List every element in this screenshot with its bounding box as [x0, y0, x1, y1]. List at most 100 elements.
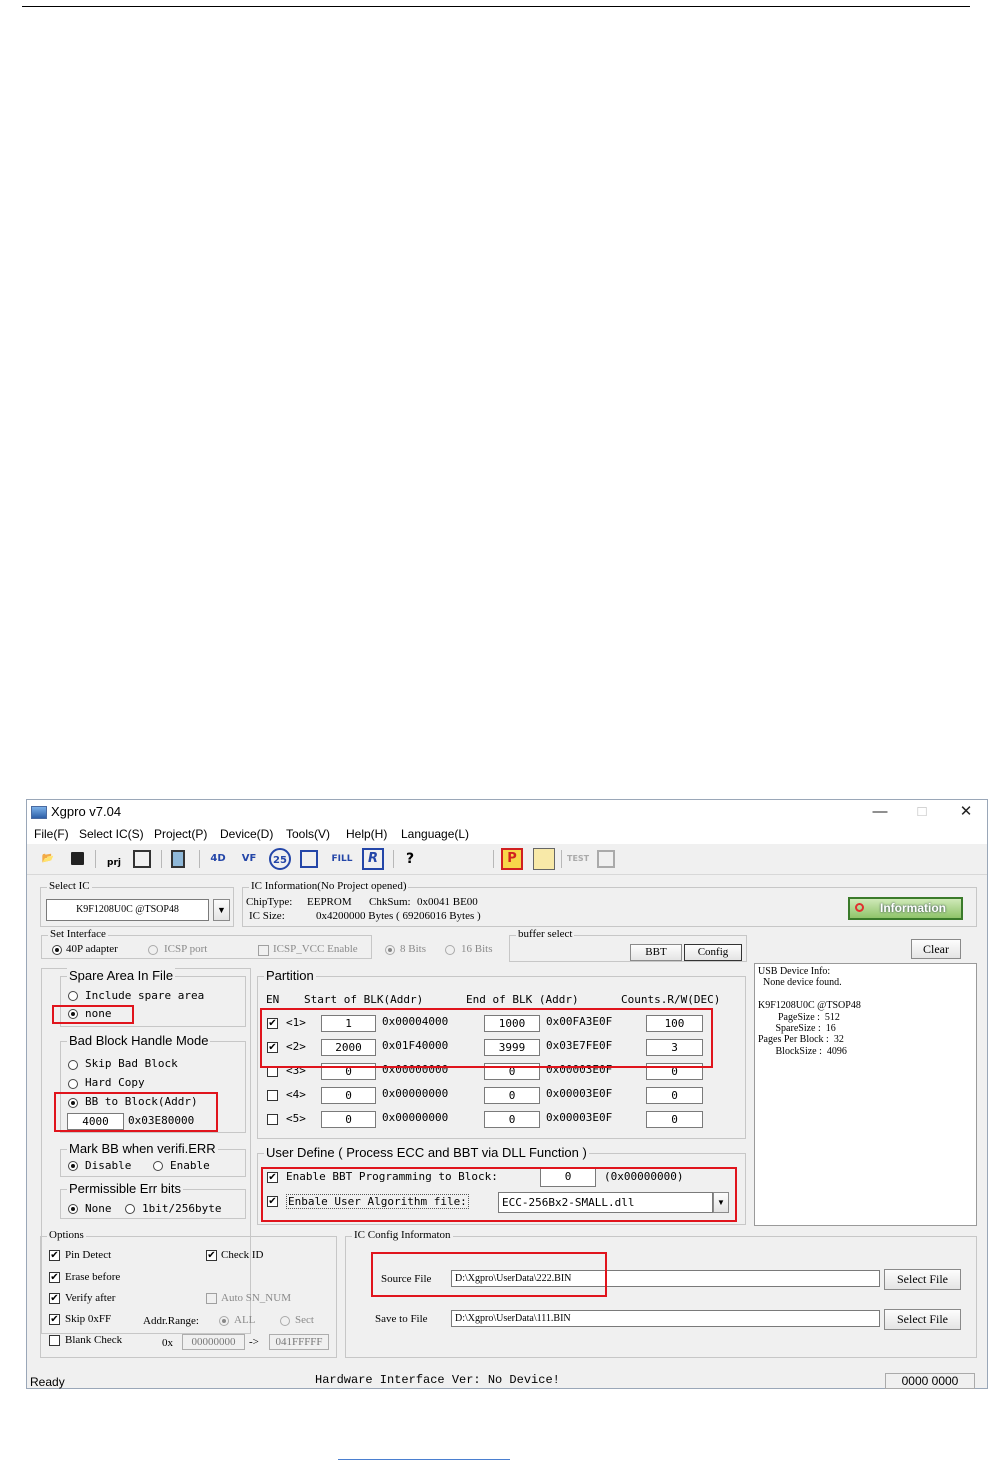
- skip-ff-checkbox[interactable]: ✔: [49, 1314, 60, 1325]
- enable-algo-checkbox[interactable]: ✔: [267, 1196, 278, 1207]
- err-none-radio[interactable]: [68, 1204, 78, 1214]
- addr-from-input[interactable]: 00000000: [182, 1334, 245, 1350]
- program-icon[interactable]: R: [362, 848, 384, 870]
- mark-bb-enable-label: Enable: [170, 1159, 210, 1172]
- partition-1-end-input[interactable]: 1000: [484, 1015, 540, 1032]
- partition-2-count-input[interactable]: 3: [646, 1039, 703, 1056]
- partition-5-end-input[interactable]: 0: [484, 1111, 540, 1128]
- source-file-input[interactable]: D:\Xgpro\UserData\222.BIN: [451, 1270, 880, 1287]
- include-spare-radio[interactable]: [68, 991, 78, 1001]
- check-id-label: Check ID: [221, 1249, 264, 1261]
- icsp-vcc-checkbox[interactable]: [258, 945, 269, 956]
- adapter-label: 40P adapter: [66, 943, 118, 955]
- partition-4-start-input[interactable]: 0: [321, 1087, 376, 1104]
- addr-all-radio[interactable]: [219, 1316, 229, 1326]
- partition-1-count-input[interactable]: 100: [646, 1015, 703, 1032]
- auto-sn-checkbox[interactable]: [206, 1293, 217, 1304]
- spare-none-radio[interactable]: [68, 1009, 78, 1019]
- clear-button[interactable]: Clear: [911, 939, 961, 959]
- ic-size-label: IC Size:: [249, 910, 285, 922]
- mark-bb-disable-radio[interactable]: [68, 1161, 78, 1171]
- enable-bbt-checkbox[interactable]: ✔: [267, 1172, 278, 1183]
- partition-3-checkbox[interactable]: [267, 1066, 278, 1077]
- auto-program-icon[interactable]: P: [501, 848, 523, 870]
- minimize-button[interactable]: —: [865, 802, 895, 822]
- partition-2-start-input[interactable]: 2000: [321, 1039, 376, 1056]
- addr-prefix: 0x: [162, 1337, 173, 1349]
- partition-5-checkbox[interactable]: [267, 1114, 278, 1125]
- bbt-button[interactable]: BBT: [630, 944, 682, 961]
- partition-4-checkbox[interactable]: [267, 1090, 278, 1101]
- source-select-file-button[interactable]: Select File: [884, 1269, 961, 1290]
- partition-1-checkbox[interactable]: ✔: [267, 1018, 278, 1029]
- partition-3-start-input[interactable]: 0: [321, 1063, 376, 1080]
- save-file-input[interactable]: D:\Xgpro\UserData\111.BIN: [451, 1310, 880, 1327]
- read-icon[interactable]: 4D: [207, 848, 229, 870]
- addr-arrow: ->: [249, 1336, 259, 1348]
- skip-bad-block-radio[interactable]: [68, 1060, 78, 1070]
- err-1bit-radio[interactable]: [125, 1204, 135, 1214]
- erase-icon[interactable]: [300, 850, 318, 868]
- partition-1-start-input[interactable]: 1: [321, 1015, 376, 1032]
- test-icon[interactable]: TEST: [567, 848, 589, 870]
- menu-help[interactable]: Help(H): [346, 827, 387, 841]
- close-button[interactable]: ✕: [951, 802, 981, 822]
- open-icon[interactable]: 📂: [37, 848, 59, 870]
- verify-after-checkbox[interactable]: ✔: [49, 1293, 60, 1304]
- adapter-radio[interactable]: [52, 945, 62, 955]
- information-button[interactable]: Information: [848, 897, 963, 920]
- erase-before-checkbox[interactable]: ✔: [49, 1272, 60, 1283]
- menu-project[interactable]: Project(P): [154, 827, 207, 841]
- menu-file[interactable]: File(F): [34, 827, 69, 841]
- algo-dropdown-button[interactable]: ▼: [713, 1192, 729, 1213]
- fill-icon[interactable]: FILL: [331, 848, 353, 870]
- partition-5-start-input[interactable]: 0: [321, 1111, 376, 1128]
- 8bits-radio[interactable]: [385, 945, 395, 955]
- mark-bb-enable-radio[interactable]: [153, 1161, 163, 1171]
- save-icon[interactable]: [67, 848, 89, 870]
- partition-3-end-input[interactable]: 0: [484, 1063, 540, 1080]
- partition-2-checkbox[interactable]: ✔: [267, 1042, 278, 1053]
- bbt-block-input[interactable]: 0: [540, 1168, 596, 1187]
- addr-to-input[interactable]: 041FFFFF: [269, 1334, 329, 1350]
- partition-5-count-input[interactable]: 0: [646, 1111, 703, 1128]
- bbt-block-addr: (0x00000000): [604, 1170, 684, 1183]
- config-button[interactable]: Config: [684, 944, 742, 961]
- menu-device[interactable]: Device(D): [220, 827, 273, 841]
- ic-config-group: IC Config Informaton Source File D:\Xgpr…: [345, 1229, 977, 1358]
- status-ready: Ready: [30, 1375, 65, 1389]
- icsp-port-radio[interactable]: [148, 945, 158, 955]
- partition-4-end-input[interactable]: 0: [484, 1087, 540, 1104]
- addr-sect-radio[interactable]: [280, 1316, 290, 1326]
- usb-info-panel: USB Device Info: None device found. K9F1…: [754, 963, 977, 1226]
- maximize-button[interactable]: □: [907, 802, 937, 822]
- partition-2-end-input[interactable]: 3999: [484, 1039, 540, 1056]
- select-ic-dropdown-button[interactable]: ▼: [213, 899, 230, 921]
- blank-check-checkbox[interactable]: [49, 1335, 60, 1346]
- help-icon[interactable]: ?: [399, 848, 421, 870]
- check-id-checkbox[interactable]: ✔: [206, 1250, 217, 1261]
- save-project-icon[interactable]: prj: [103, 848, 125, 870]
- edit-buffer-icon[interactable]: [533, 848, 555, 870]
- bb-block-input[interactable]: 4000: [67, 1113, 124, 1130]
- menu-select-ic[interactable]: Select IC(S): [79, 827, 144, 841]
- menu-tools[interactable]: Tools(V): [286, 827, 330, 841]
- partition-3-count-input[interactable]: 0: [646, 1063, 703, 1080]
- ic-test-icon[interactable]: [597, 850, 615, 868]
- hard-copy-radio[interactable]: [68, 1079, 78, 1089]
- load-project-icon[interactable]: [133, 850, 151, 868]
- verify-icon[interactable]: VF: [238, 848, 260, 870]
- mark-bb-legend: Mark BB when verifi.ERR: [67, 1141, 218, 1156]
- menu-language[interactable]: Language(L): [401, 827, 469, 841]
- algo-file-select[interactable]: ECC-256Bx2-SMALL.dll: [498, 1192, 713, 1213]
- addr-all-label: ALL: [234, 1314, 256, 1326]
- 16bits-radio[interactable]: [445, 945, 455, 955]
- partition-4-count-input[interactable]: 0: [646, 1087, 703, 1104]
- blank-check-icon[interactable]: 25: [269, 848, 291, 870]
- pin-detect-checkbox[interactable]: ✔: [49, 1250, 60, 1261]
- bb-to-block-radio[interactable]: [68, 1098, 78, 1108]
- 16bits-label: 16 Bits: [461, 943, 493, 955]
- chip-info-icon[interactable]: [171, 850, 185, 868]
- select-ic-field[interactable]: K9F1208U0C @TSOP48: [46, 899, 209, 921]
- save-select-file-button[interactable]: Select File: [884, 1309, 961, 1330]
